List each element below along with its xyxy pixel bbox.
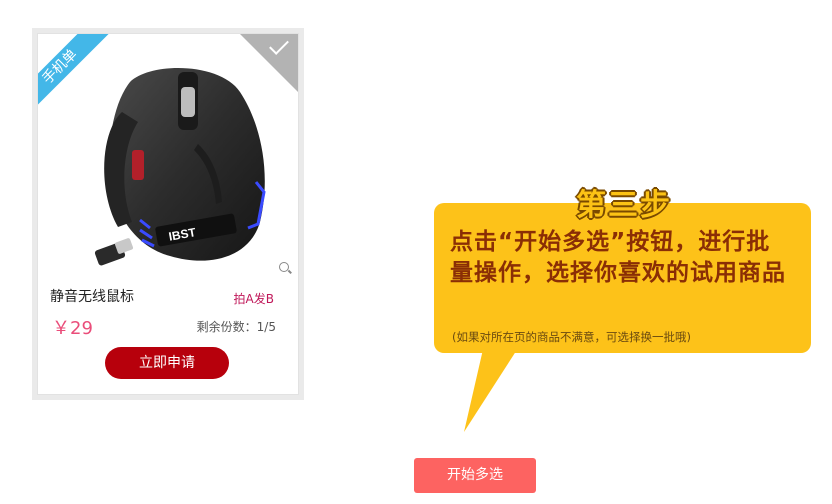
product-card[interactable]: 手机单 IBST 静音无线鼠标 拍A发B ￥29 剩余份数：1/5 立即申请	[37, 33, 299, 395]
product-name[interactable]: 静音无线鼠标	[50, 286, 134, 306]
start-multi-select-button[interactable]: 开始多选	[414, 458, 536, 493]
product-price: ￥29	[52, 318, 93, 339]
delivery-tag: 拍A发B	[233, 292, 274, 306]
zoom-icon[interactable]	[279, 262, 289, 272]
tutorial-note: (如果对所在页的商品不满意，可选择换一批哦)	[452, 330, 691, 344]
remaining-count: 剩余份数：1/5	[196, 320, 276, 334]
tutorial-bubble: 点击“开始多选”按钮，进行批量操作，选择你喜欢的试用商品 (如果对所在页的商品不…	[434, 203, 811, 353]
apply-now-button[interactable]: 立即申请	[105, 347, 229, 379]
step-title: 第三步	[576, 188, 672, 223]
product-image-mouse[interactable]: IBST	[60, 52, 280, 274]
tutorial-instruction: 点击“开始多选”按钮，进行批量操作，选择你喜欢的试用商品	[450, 229, 786, 286]
